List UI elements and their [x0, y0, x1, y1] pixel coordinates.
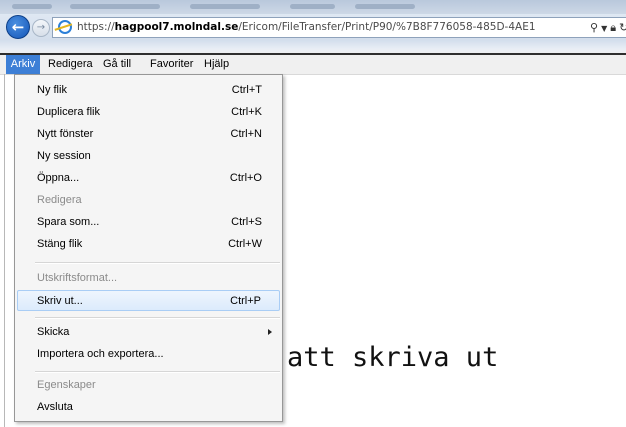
blurred-title-segment — [290, 4, 335, 9]
menu-item-label: Avsluta — [37, 401, 73, 413]
address-bar-tools: ⚲ ▼ 🔒︎ ↻ — [590, 21, 626, 35]
arkiv-dropdown-menu: Ny flik Ctrl+T Duplicera flik Ctrl+K Nyt… — [14, 74, 283, 422]
menu-item-shortcut: Ctrl+K — [231, 106, 262, 118]
back-button[interactable]: ← — [6, 15, 30, 39]
blurred-title-segment — [12, 4, 52, 9]
menu-arkiv[interactable]: Arkiv — [6, 55, 40, 74]
menu-item-label: Ny session — [37, 150, 91, 162]
menu-item-label: Skriv ut... — [37, 295, 83, 307]
menu-redigera[interactable]: Redigera — [48, 55, 93, 74]
menu-item-label: Skicka — [37, 326, 70, 338]
window-title-bar — [0, 0, 626, 14]
menu-item-label: Ny flik — [37, 84, 67, 96]
blurred-title-segment — [355, 4, 415, 9]
internet-explorer-icon — [58, 20, 72, 34]
lock-icon[interactable]: 🔒︎ — [610, 21, 616, 35]
menu-item-ny-flik[interactable]: Ny flik Ctrl+T — [17, 80, 280, 101]
menu-item-avsluta[interactable]: Avsluta — [17, 397, 280, 418]
menu-item-ny-session[interactable]: Ny session — [17, 146, 280, 167]
menu-item-oppna[interactable]: Öppna... Ctrl+O — [17, 168, 280, 189]
blurred-title-segment — [190, 4, 260, 9]
menu-ga-till[interactable]: Gå till — [103, 55, 131, 74]
page-content-text: att skriva ut — [287, 342, 499, 373]
menu-item-utskriftsformat: Utskriftsformat... — [17, 268, 280, 289]
url-path: /Ericom/FileTransfer/Print/P90/%7B8F7760… — [238, 21, 536, 33]
menu-item-label: Redigera — [37, 194, 82, 206]
menu-item-skicka[interactable]: Skicka — [17, 322, 280, 343]
menu-item-redigera: Redigera — [17, 190, 280, 211]
menu-hjalp[interactable]: Hjälp — [204, 55, 229, 74]
menu-item-shortcut: Ctrl+W — [228, 238, 262, 250]
menu-item-skriv-ut[interactable]: Skriv ut... Ctrl+P — [17, 290, 280, 311]
menu-item-stang-flik[interactable]: Stäng flik Ctrl+W — [17, 234, 280, 255]
menu-separator — [35, 371, 280, 373]
arrow-right-icon: → — [36, 22, 46, 33]
menu-item-label: Importera och exportera... — [37, 348, 164, 360]
submenu-arrow-icon — [268, 329, 272, 335]
search-icon[interactable]: ⚲ — [590, 21, 598, 34]
refresh-icon[interactable]: ↻ — [619, 21, 626, 34]
menu-item-shortcut: Ctrl+P — [230, 295, 261, 307]
menu-item-nytt-fonster[interactable]: Nytt fönster Ctrl+N — [17, 124, 280, 145]
menu-item-shortcut: Ctrl+N — [230, 128, 262, 140]
address-bar[interactable]: https://hagpool7.molndal.se/Ericom/FileT… — [52, 17, 626, 38]
arrow-left-icon: ← — [11, 18, 25, 36]
url-domain: hagpool7.molndal.se — [114, 21, 239, 33]
menu-item-shortcut: Ctrl+O — [229, 172, 262, 184]
menu-item-label: Duplicera flik — [37, 106, 100, 118]
menu-item-label: Utskriftsformat... — [37, 272, 118, 284]
menu-item-label: Spara som... — [37, 216, 100, 228]
menu-item-label: Öppna... — [37, 172, 80, 184]
menu-separator — [35, 262, 280, 264]
menu-item-egenskaper: Egenskaper — [17, 375, 280, 396]
forward-button[interactable]: → — [32, 19, 50, 37]
menu-item-label: Egenskaper — [37, 379, 96, 391]
url-text[interactable]: https://hagpool7.molndal.se/Ericom/FileT… — [77, 20, 536, 35]
menu-item-importera-exportera[interactable]: Importera och exportera... — [17, 344, 280, 365]
menu-bar — [0, 55, 626, 75]
blurred-title-segment — [70, 4, 160, 9]
page-border — [4, 74, 5, 427]
menu-item-duplicera-flik[interactable]: Duplicera flik Ctrl+K — [17, 102, 280, 123]
menu-item-label: Stäng flik — [37, 238, 83, 250]
url-prefix: https:// — [77, 21, 115, 33]
menu-item-shortcut: Ctrl+T — [231, 84, 262, 96]
menu-favoriter[interactable]: Favoriter — [150, 55, 193, 74]
menu-item-shortcut: Ctrl+S — [231, 216, 262, 228]
menu-item-label: Nytt fönster — [37, 128, 94, 140]
menu-item-spara-som[interactable]: Spara som... Ctrl+S — [17, 212, 280, 233]
chevron-down-icon[interactable]: ▼ — [601, 24, 607, 33]
menu-separator — [35, 317, 280, 319]
